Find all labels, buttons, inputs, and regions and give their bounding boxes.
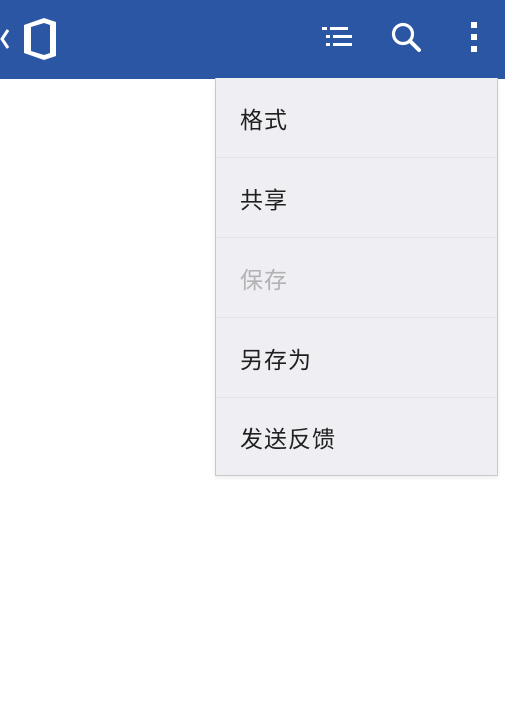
menu-item-label: 保存	[240, 267, 288, 294]
menu-item-save: 保存	[216, 238, 497, 318]
menu-item-format[interactable]: 格式	[216, 78, 497, 158]
menu-item-save-as[interactable]: 另存为	[216, 318, 497, 398]
chevron-left-icon[interactable]	[0, 24, 12, 54]
menu-item-label: 另存为	[240, 347, 312, 374]
menu-item-label: 共享	[240, 187, 288, 214]
overflow-menu: 格式 共享 保存 另存为 发送反馈	[215, 78, 498, 476]
app-window: 格式 共享 保存 另存为 发送反馈	[0, 0, 505, 720]
outline-button[interactable]	[316, 18, 358, 60]
menu-item-send-feedback[interactable]: 发送反馈	[216, 398, 497, 475]
outline-list-icon	[320, 24, 354, 54]
app-bar	[0, 0, 505, 79]
menu-item-share[interactable]: 共享	[216, 158, 497, 238]
more-options-button[interactable]	[453, 18, 495, 60]
search-icon	[389, 20, 423, 58]
menu-item-label: 发送反馈	[240, 426, 336, 453]
more-vertical-icon	[468, 20, 480, 58]
office-logo-icon[interactable]	[22, 17, 58, 61]
menu-item-label: 格式	[240, 107, 288, 134]
search-button[interactable]	[385, 18, 427, 60]
